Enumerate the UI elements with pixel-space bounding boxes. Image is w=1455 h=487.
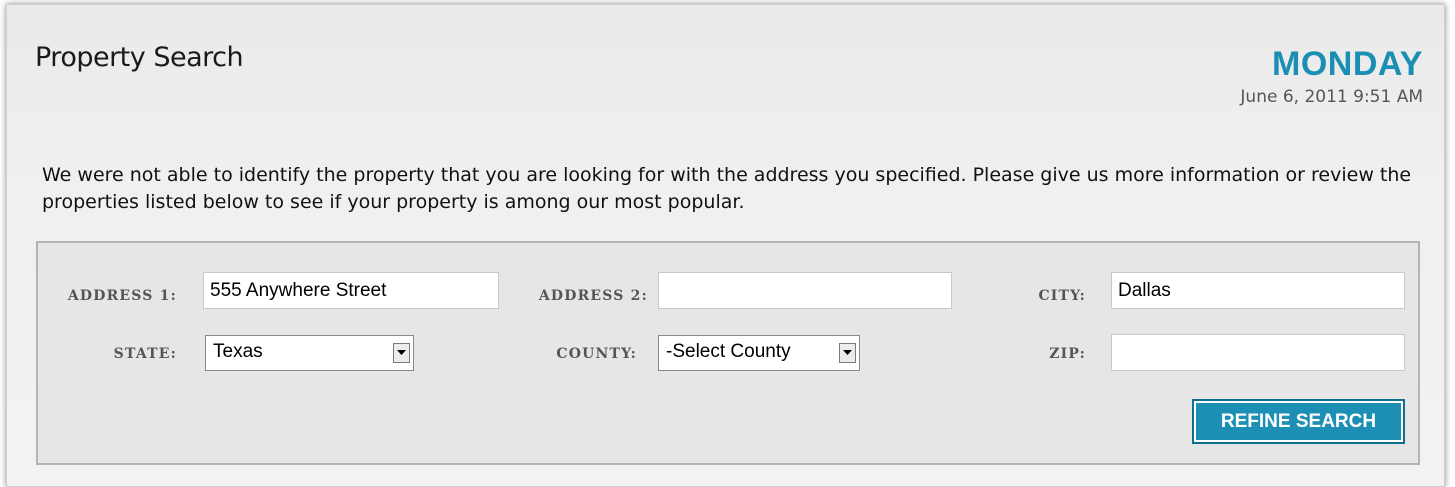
page-title: Property Search (35, 42, 244, 73)
address2-label: ADDRESS 2: (538, 288, 648, 304)
state-selected-value: Texas (213, 341, 263, 362)
county-select[interactable]: -Select County (658, 335, 860, 371)
county-label: COUNTY: (556, 346, 637, 362)
chevron-down-icon[interactable] (839, 343, 856, 363)
address1-input[interactable] (203, 272, 499, 309)
not-found-message: We were not able to identify the propert… (42, 164, 1412, 213)
refine-search-button[interactable]: REFINE SEARCH (1192, 399, 1405, 444)
chevron-down-icon[interactable] (393, 343, 410, 363)
state-select[interactable]: Texas (205, 335, 414, 371)
zip-label: ZIP: (1049, 346, 1086, 362)
day-label: MONDAY (1272, 45, 1423, 83)
zip-input[interactable] (1111, 334, 1405, 371)
address2-input[interactable] (658, 272, 952, 309)
date-time: June 6, 2011 9:51 AM (1240, 87, 1423, 107)
state-label: STATE: (113, 346, 177, 362)
city-label: CITY: (1038, 288, 1086, 304)
address1-label: ADDRESS 1: (67, 288, 177, 304)
county-selected-value: -Select County (666, 341, 791, 362)
city-input[interactable] (1111, 272, 1405, 309)
